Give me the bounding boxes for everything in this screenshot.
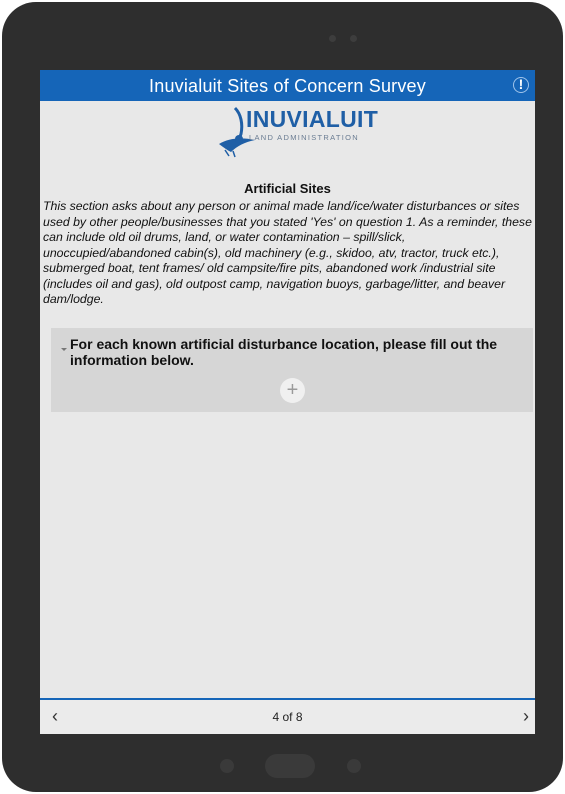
camera-dot [329,35,336,42]
app-title: Inuvialuit Sites of Concern Survey [149,76,426,96]
plus-icon: + [286,379,299,401]
exclamation-icon[interactable]: ! [513,77,529,93]
tablet-frame: Inuvialuit Sites of Concern Survey ! INU… [2,2,563,792]
page-navigation-bar: ‹ 4 of 8 › [40,698,535,734]
logo-subtitle: LAND ADMINISTRATION [249,133,359,142]
page-indicator: 4 of 8 [272,710,303,724]
chevron-down-icon[interactable] [61,348,67,351]
app-header: Inuvialuit Sites of Concern Survey ! [40,70,535,101]
organization-logo: INUVIALUIT LAND ADMINISTRATION [215,104,379,160]
back-hardware-button[interactable] [220,759,234,773]
chevron-right-icon: › [523,706,529,726]
section-description: This section asks about any person or an… [43,199,532,306]
logo-name: INUVIALUIT [246,106,379,132]
app-screen: Inuvialuit Sites of Concern Survey ! INU… [40,70,535,734]
section-title: Artificial Sites [244,181,331,196]
home-hardware-button[interactable] [265,754,315,778]
repeat-group-label[interactable]: For each known artificial disturbance lo… [70,336,525,368]
recent-hardware-button[interactable] [347,759,361,773]
camera-dots [329,35,357,42]
next-page-button[interactable]: › [523,706,529,727]
add-record-button[interactable]: + [280,378,305,403]
repeat-group-panel: For each known artificial disturbance lo… [51,328,533,412]
camera-dot [350,35,357,42]
